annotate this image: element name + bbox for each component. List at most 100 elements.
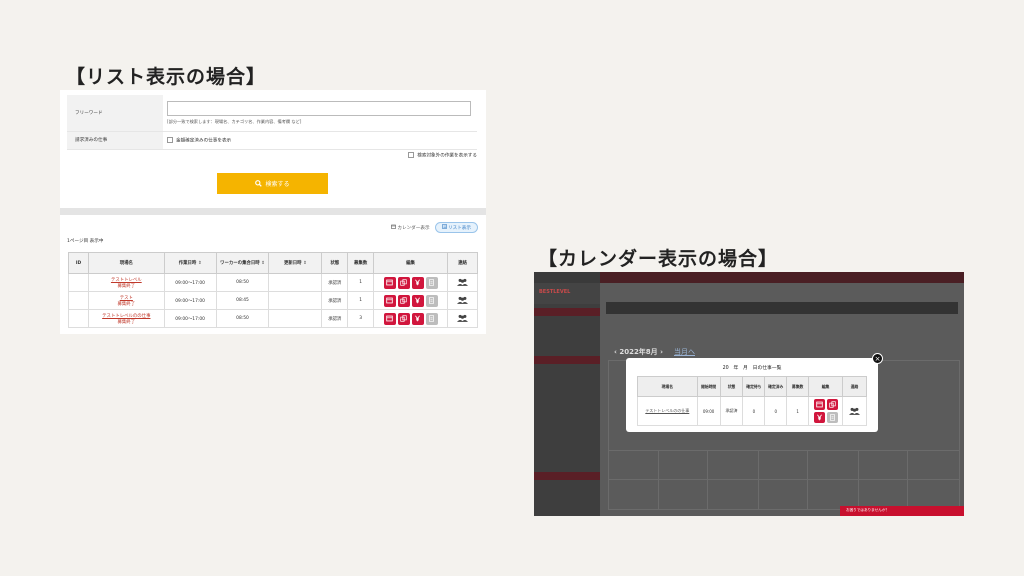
show-excluded-option[interactable]: 検索対象外の作業を表示する (408, 152, 477, 159)
free-word-label: フリーワード (67, 95, 163, 132)
document-icon[interactable] (425, 294, 438, 307)
document-icon[interactable] (425, 312, 438, 325)
row-edit (373, 291, 449, 310)
modal-pending: 0 (742, 396, 766, 426)
modal-col-edit: 編集 (808, 376, 843, 397)
sidebar (534, 283, 600, 516)
modal-col-contact: 連絡 (842, 376, 867, 397)
calendar-view-toggle[interactable]: カレンダー表示 (391, 224, 430, 231)
table-header-row: ID 現場名 作業日時 ⇕ ワーカーの集合日時 ⇕ 更新日時 ⇕ 状態 募集数 … (68, 252, 478, 274)
col-updated[interactable]: 更新日時 ⇕ (268, 252, 323, 274)
search-button[interactable]: 検索する (217, 173, 328, 194)
row-edit (373, 309, 449, 328)
yen-icon[interactable] (813, 412, 825, 423)
calendar-edit-icon[interactable] (383, 312, 396, 325)
calendar-day (858, 450, 908, 510)
modal-start: 09:00 (696, 396, 721, 426)
row-id (68, 309, 89, 328)
month-label: ‹ 2022年8月 › (614, 348, 664, 356)
list-icon (441, 224, 447, 229)
col-count: 募集数 (347, 252, 375, 274)
calendar-view-screenshot: BESTLEVEL ‹ 2022年8月 › 当月へ お困りではありませんか？ 2… (534, 272, 964, 516)
modal-status: 承認済 (719, 396, 744, 426)
col-work-datetime[interactable]: 作業日時 ⇕ (163, 252, 217, 274)
close-icon[interactable]: × (872, 353, 883, 364)
calendar-edit-icon[interactable] (813, 399, 825, 410)
col-status: 状態 (321, 252, 349, 274)
calendar-edit-icon[interactable] (383, 276, 396, 289)
row-work-time: 09:00〜17:00 (163, 309, 217, 328)
sort-icon[interactable]: ⇕ (303, 261, 307, 266)
document-icon[interactable] (425, 276, 438, 289)
yen-icon[interactable] (411, 312, 424, 325)
col-contact: 連絡 (447, 252, 478, 274)
people-icon[interactable] (849, 407, 860, 415)
list-view-toggle[interactable]: リスト表示 (434, 222, 478, 233)
yen-icon[interactable] (411, 294, 424, 307)
calendar-edit-icon[interactable] (383, 294, 396, 307)
recruit-status: 募集終了 (117, 319, 136, 325)
row-work-time: 09:00〜17:00 (163, 291, 217, 310)
row-site: テストトレベルのの仕事 募集終了 (87, 309, 165, 328)
document-icon[interactable] (826, 412, 838, 423)
row-count: 1 (347, 291, 375, 310)
show-excluded-label: 検索対象外の作業を表示する (417, 153, 477, 159)
sort-icon[interactable]: ⇕ (261, 261, 265, 266)
row-gather-time: 08:50 (215, 309, 270, 328)
free-word-hint: [部分一致で検索します：現場名、カテゴリ名、作業内容、備考欄 など] (167, 118, 302, 124)
free-word-input[interactable] (167, 100, 471, 116)
row-id (68, 291, 89, 310)
sidebar-section (534, 308, 600, 316)
job-table: ID 現場名 作業日時 ⇕ ワーカーの集合日時 ⇕ 更新日時 ⇕ 状態 募集数 … (68, 252, 478, 328)
row-status: 承認済 (321, 309, 349, 328)
recruit-status: 募集終了 (117, 301, 136, 307)
modal-title: 20 年 月 日の仕事一覧 (722, 366, 782, 371)
row-contact (447, 273, 478, 292)
copy-icon[interactable] (397, 294, 410, 307)
row-updated (268, 309, 323, 328)
help-banner[interactable]: お困りではありませんか？ (840, 506, 964, 516)
row-site: テスト 募集終了 (87, 291, 165, 310)
search-icon (255, 180, 263, 187)
row-contact (447, 291, 478, 310)
row-site: テストトレベル 募集終了 (87, 273, 165, 292)
modal-col-start: 開始時間 (696, 376, 721, 397)
col-gather-datetime[interactable]: ワーカーの集合日時 ⇕ (215, 252, 270, 274)
search-form: フリーワード [部分一致で検索します：現場名、カテゴリ名、作業内容、備考欄 など… (67, 95, 477, 150)
billed-checkbox[interactable] (167, 136, 173, 143)
table-row: テストトレベル 募集終了 09:00〜17:00 08:50 承認済 1 (68, 273, 478, 292)
yen-icon[interactable] (411, 276, 424, 289)
page-info: 1ページ目 表示中 (67, 239, 104, 244)
row-work-time: 09:00〜17:00 (163, 273, 217, 292)
calendar-day (658, 450, 708, 510)
site-link[interactable]: テストトレベルのの仕事 (645, 408, 689, 413)
show-excluded-checkbox[interactable] (408, 152, 415, 158)
recruit-status: 募集終了 (117, 283, 136, 289)
copy-icon[interactable] (397, 312, 410, 325)
modal-col-pending: 確定待ち (742, 376, 766, 397)
col-site: 現場名 (87, 252, 165, 274)
row-updated (268, 291, 323, 310)
copy-icon[interactable] (826, 399, 838, 410)
table-row: テストトレベルのの仕事 09:00 承認済 0 0 1 (637, 396, 867, 426)
modal-count: 1 (786, 396, 810, 426)
modal-job-table: 現場名 開始時間 状態 確定待ち 確定済み 募集数 編集 連絡 テストトレベルの… (637, 376, 867, 426)
calendar-day (758, 450, 808, 510)
logo: BESTLEVEL (539, 289, 571, 295)
people-icon[interactable] (457, 296, 468, 304)
modal-col-count: 募集数 (786, 376, 810, 397)
sidebar-section (534, 472, 600, 480)
sort-icon[interactable]: ⇕ (198, 261, 202, 266)
row-count: 3 (347, 309, 375, 328)
calendar-view-heading: 【カレンダー表示の場合】 (538, 248, 779, 270)
billed-label: 請求済みの仕事 (67, 131, 163, 150)
current-month-link[interactable]: 当月へ (674, 347, 695, 357)
people-icon[interactable] (457, 278, 468, 286)
modal-confirmed: 0 (764, 396, 788, 426)
list-view-screenshot: フリーワード [部分一致で検索します：現場名、カテゴリ名、作業内容、備考欄 など… (60, 90, 486, 334)
billed-checkbox-label: 金額確定済みの仕事を表示 (176, 138, 232, 144)
people-icon[interactable] (457, 314, 468, 322)
row-gather-time: 08:45 (215, 291, 270, 310)
modal-col-confirmed: 確定済み (764, 376, 788, 397)
copy-icon[interactable] (397, 276, 410, 289)
